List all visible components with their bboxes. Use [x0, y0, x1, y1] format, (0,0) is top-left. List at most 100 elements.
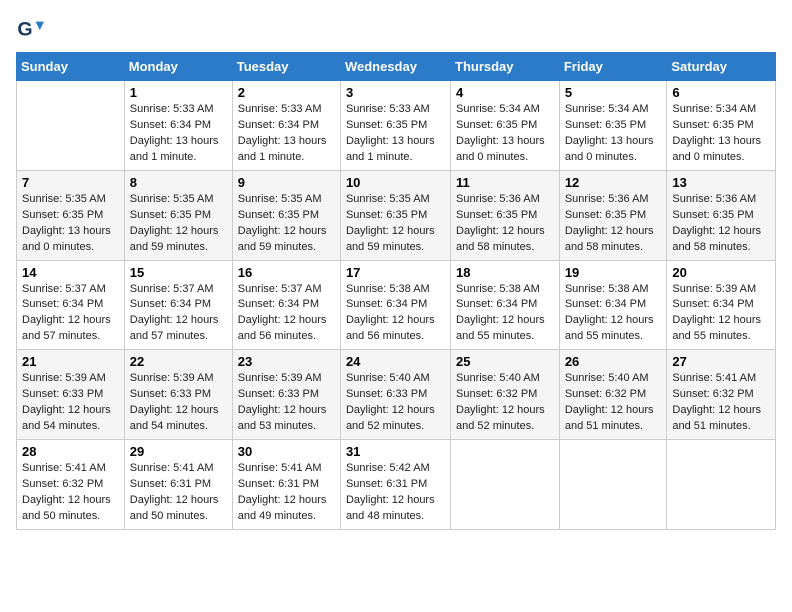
day-number: 9	[238, 175, 335, 190]
cell-info: Sunrise: 5:37 AM Sunset: 6:34 PM Dayligh…	[22, 282, 119, 346]
header-row: SundayMondayTuesdayWednesdayThursdayFrid…	[17, 53, 776, 81]
cell-info: Sunrise: 5:33 AM Sunset: 6:34 PM Dayligh…	[130, 102, 227, 166]
cell-info: Sunrise: 5:41 AM Sunset: 6:31 PM Dayligh…	[130, 461, 227, 525]
day-header-sunday: Sunday	[17, 53, 125, 81]
cell-info: Sunrise: 5:40 AM Sunset: 6:32 PM Dayligh…	[456, 371, 554, 435]
calendar-cell: 22Sunrise: 5:39 AM Sunset: 6:33 PM Dayli…	[124, 350, 232, 440]
calendar-cell: 8 Sunrise: 5:35 AM Sunset: 6:35 PM Daylig…	[124, 170, 232, 260]
day-number: 3	[346, 85, 445, 100]
cell-info: Sunrise: 5:41 AM Sunset: 6:31 PM Dayligh…	[238, 461, 335, 525]
week-row-1: 1 Sunrise: 5:33 AM Sunset: 6:34 PM Daylig…	[17, 81, 776, 171]
cell-info: Sunrise: 5:36 AM Sunset: 6:35 PM Dayligh…	[456, 192, 554, 256]
cell-info: Sunrise: 5:38 AM Sunset: 6:34 PM Dayligh…	[565, 282, 662, 346]
calendar-cell: 1 Sunrise: 5:33 AM Sunset: 6:34 PM Daylig…	[124, 81, 232, 171]
calendar-cell: 28Sunrise: 5:41 AM Sunset: 6:32 PM Dayli…	[17, 440, 125, 530]
day-number: 31	[346, 444, 445, 459]
cell-info: Sunrise: 5:35 AM Sunset: 6:35 PM Dayligh…	[238, 192, 335, 256]
calendar-cell: 5 Sunrise: 5:34 AM Sunset: 6:35 PM Daylig…	[559, 81, 667, 171]
cell-info: Sunrise: 5:39 AM Sunset: 6:34 PM Dayligh…	[672, 282, 770, 346]
calendar-cell: 17 Sunrise: 5:38 AM Sunset: 6:34 PM Dayli…	[340, 260, 450, 350]
day-number: 23	[238, 354, 335, 369]
cell-info: Sunrise: 5:41 AM Sunset: 6:32 PM Dayligh…	[22, 461, 119, 525]
calendar-cell: 13Sunrise: 5:36 AM Sunset: 6:35 PM Dayli…	[667, 170, 776, 260]
cell-info: Sunrise: 5:33 AM Sunset: 6:35 PM Dayligh…	[346, 102, 445, 166]
day-number: 1	[130, 85, 227, 100]
cell-info: Sunrise: 5:41 AM Sunset: 6:32 PM Dayligh…	[672, 371, 770, 435]
day-number: 11	[456, 175, 554, 190]
day-number: 12	[565, 175, 662, 190]
calendar-cell: 7Sunrise: 5:35 AM Sunset: 6:35 PM Daylig…	[17, 170, 125, 260]
day-number: 6	[672, 85, 770, 100]
calendar-cell: 16 Sunrise: 5:37 AM Sunset: 6:34 PM Dayli…	[232, 260, 340, 350]
cell-info: Sunrise: 5:35 AM Sunset: 6:35 PM Dayligh…	[346, 192, 445, 256]
cell-info: Sunrise: 5:39 AM Sunset: 6:33 PM Dayligh…	[130, 371, 227, 435]
calendar-cell: 31Sunrise: 5:42 AM Sunset: 6:31 PM Dayli…	[340, 440, 450, 530]
day-number: 15	[130, 265, 227, 280]
cell-info: Sunrise: 5:34 AM Sunset: 6:35 PM Dayligh…	[565, 102, 662, 166]
week-row-2: 7Sunrise: 5:35 AM Sunset: 6:35 PM Daylig…	[17, 170, 776, 260]
calendar-cell: 6Sunrise: 5:34 AM Sunset: 6:35 PM Daylig…	[667, 81, 776, 171]
cell-info: Sunrise: 5:37 AM Sunset: 6:34 PM Dayligh…	[130, 282, 227, 346]
calendar-cell: 12 Sunrise: 5:36 AM Sunset: 6:35 PM Dayli…	[559, 170, 667, 260]
cell-info: Sunrise: 5:33 AM Sunset: 6:34 PM Dayligh…	[238, 102, 335, 166]
calendar-cell: 11 Sunrise: 5:36 AM Sunset: 6:35 PM Dayli…	[451, 170, 560, 260]
day-number: 8	[130, 175, 227, 190]
calendar-cell	[667, 440, 776, 530]
cell-info: Sunrise: 5:39 AM Sunset: 6:33 PM Dayligh…	[22, 371, 119, 435]
cell-info: Sunrise: 5:37 AM Sunset: 6:34 PM Dayligh…	[238, 282, 335, 346]
cell-info: Sunrise: 5:38 AM Sunset: 6:34 PM Dayligh…	[346, 282, 445, 346]
page-header: G	[16, 16, 776, 44]
week-row-4: 21 Sunrise: 5:39 AM Sunset: 6:33 PM Dayli…	[17, 350, 776, 440]
calendar-cell: 20 Sunrise: 5:39 AM Sunset: 6:34 PM Dayli…	[667, 260, 776, 350]
cell-info: Sunrise: 5:35 AM Sunset: 6:35 PM Dayligh…	[130, 192, 227, 256]
calendar-cell	[17, 81, 125, 171]
calendar-cell: 30 Sunrise: 5:41 AM Sunset: 6:31 PM Dayli…	[232, 440, 340, 530]
calendar-cell: 23Sunrise: 5:39 AM Sunset: 6:33 PM Dayli…	[232, 350, 340, 440]
day-number: 26	[565, 354, 662, 369]
day-header-friday: Friday	[559, 53, 667, 81]
calendar-cell: 2 Sunrise: 5:33 AM Sunset: 6:34 PM Daylig…	[232, 81, 340, 171]
day-number: 20	[672, 265, 770, 280]
calendar-cell: 26Sunrise: 5:40 AM Sunset: 6:32 PM Dayli…	[559, 350, 667, 440]
cell-info: Sunrise: 5:35 AM Sunset: 6:35 PM Dayligh…	[22, 192, 119, 256]
day-number: 5	[565, 85, 662, 100]
day-number: 27	[672, 354, 770, 369]
day-header-tuesday: Tuesday	[232, 53, 340, 81]
day-number: 10	[346, 175, 445, 190]
calendar-cell	[451, 440, 560, 530]
calendar-cell: 27 Sunrise: 5:41 AM Sunset: 6:32 PM Dayli…	[667, 350, 776, 440]
calendar-cell: 14 Sunrise: 5:37 AM Sunset: 6:34 PM Dayli…	[17, 260, 125, 350]
day-header-saturday: Saturday	[667, 53, 776, 81]
calendar-cell: 18 Sunrise: 5:38 AM Sunset: 6:34 PM Dayli…	[451, 260, 560, 350]
day-number: 14	[22, 265, 119, 280]
day-header-monday: Monday	[124, 53, 232, 81]
day-number: 17	[346, 265, 445, 280]
calendar-cell: 9 Sunrise: 5:35 AM Sunset: 6:35 PM Daylig…	[232, 170, 340, 260]
day-header-thursday: Thursday	[451, 53, 560, 81]
day-number: 30	[238, 444, 335, 459]
cell-info: Sunrise: 5:38 AM Sunset: 6:34 PM Dayligh…	[456, 282, 554, 346]
day-header-wednesday: Wednesday	[340, 53, 450, 81]
calendar-cell: 21 Sunrise: 5:39 AM Sunset: 6:33 PM Dayli…	[17, 350, 125, 440]
calendar-cell: 4Sunrise: 5:34 AM Sunset: 6:35 PM Daylig…	[451, 81, 560, 171]
calendar-cell: 3 Sunrise: 5:33 AM Sunset: 6:35 PM Daylig…	[340, 81, 450, 171]
day-number: 2	[238, 85, 335, 100]
calendar-cell: 15 Sunrise: 5:37 AM Sunset: 6:34 PM Dayli…	[124, 260, 232, 350]
day-number: 19	[565, 265, 662, 280]
week-row-3: 14 Sunrise: 5:37 AM Sunset: 6:34 PM Dayli…	[17, 260, 776, 350]
day-number: 25	[456, 354, 554, 369]
calendar-cell: 24Sunrise: 5:40 AM Sunset: 6:33 PM Dayli…	[340, 350, 450, 440]
calendar-cell: 29Sunrise: 5:41 AM Sunset: 6:31 PM Dayli…	[124, 440, 232, 530]
day-number: 21	[22, 354, 119, 369]
logo-icon: G	[16, 16, 44, 44]
day-number: 24	[346, 354, 445, 369]
week-row-5: 28Sunrise: 5:41 AM Sunset: 6:32 PM Dayli…	[17, 440, 776, 530]
calendar-cell: 10 Sunrise: 5:35 AM Sunset: 6:35 PM Dayli…	[340, 170, 450, 260]
day-number: 18	[456, 265, 554, 280]
calendar-cell: 25 Sunrise: 5:40 AM Sunset: 6:32 PM Dayli…	[451, 350, 560, 440]
cell-info: Sunrise: 5:36 AM Sunset: 6:35 PM Dayligh…	[565, 192, 662, 256]
day-number: 16	[238, 265, 335, 280]
calendar-table: SundayMondayTuesdayWednesdayThursdayFrid…	[16, 52, 776, 530]
day-number: 4	[456, 85, 554, 100]
logo: G	[16, 16, 48, 44]
